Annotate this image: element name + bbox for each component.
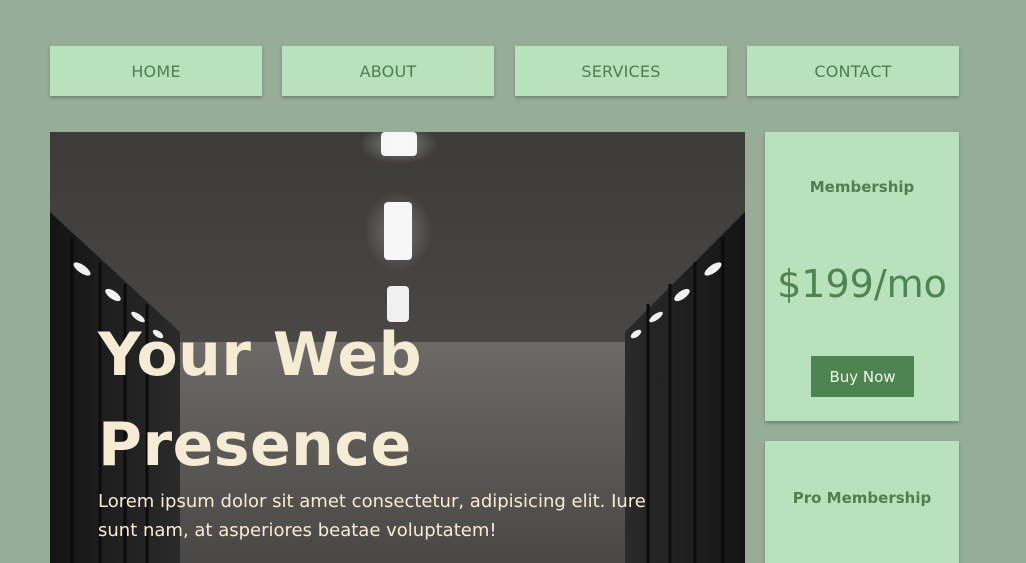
buy-now-button[interactable]: Buy Now (811, 356, 914, 397)
membership-title: Membership (809, 178, 915, 196)
pro-membership-title: Pro Membership (792, 489, 932, 507)
hero-title-line-2: Presence (98, 410, 412, 480)
nav-about-link[interactable]: ABOUT (282, 46, 494, 96)
hero-section: Your Web Presence Lorem ipsum dolor sit … (50, 132, 745, 563)
hero-description: Lorem ipsum dolor sit amet consectetur, … (98, 491, 646, 541)
nav-home-link[interactable]: HOME (50, 46, 262, 96)
membership-price: $199/mo (777, 262, 947, 306)
hero-title: Your Web Presence (98, 310, 698, 490)
nav-services-link[interactable]: SERVICES (515, 46, 727, 96)
hero-title-line-1: Your Web (98, 320, 423, 390)
membership-card: Membership $199/mo Buy Now (765, 132, 959, 421)
nav-contact-link[interactable]: CONTACT (747, 46, 959, 96)
pro-membership-card: Pro Membership (765, 441, 959, 563)
main-nav: HOME ABOUT SERVICES CONTACT (50, 46, 959, 96)
